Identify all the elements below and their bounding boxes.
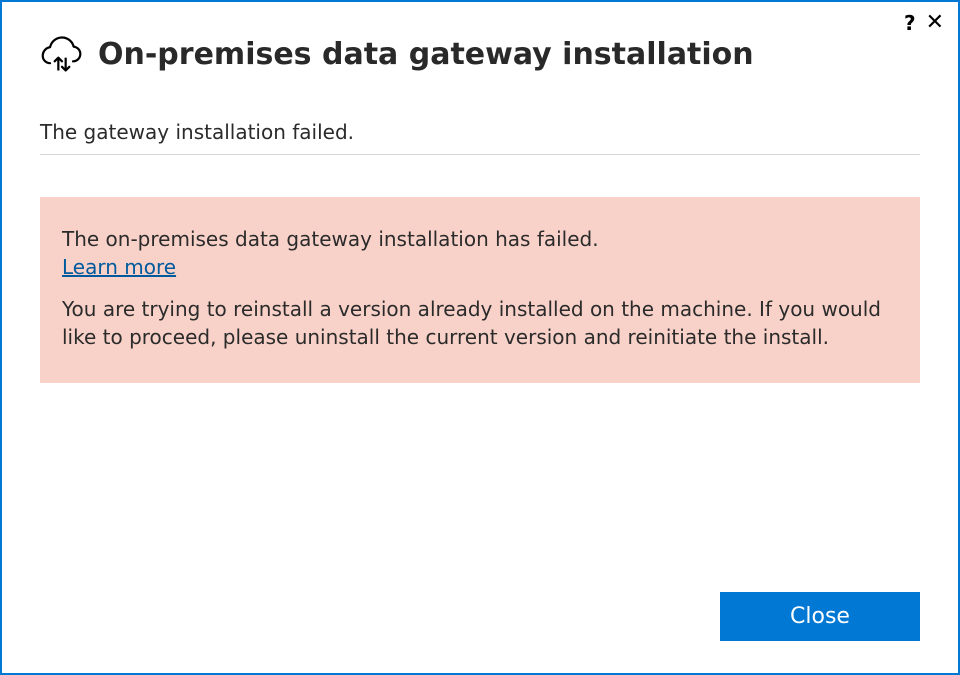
close-button[interactable]: Close	[720, 592, 920, 641]
installer-window: ? ✕ On-premises data gateway installatio…	[0, 0, 960, 675]
status-message: The gateway installation failed.	[40, 120, 920, 144]
page-title: On-premises data gateway installation	[98, 37, 754, 72]
divider	[40, 154, 920, 155]
footer: Close	[2, 592, 958, 673]
content-area: On-premises data gateway installation Th…	[2, 2, 958, 592]
help-icon[interactable]: ?	[904, 13, 916, 33]
error-title: The on-premises data gateway installatio…	[62, 227, 898, 251]
cloud-gateway-icon	[40, 32, 84, 76]
titlebar-controls: ? ✕	[904, 12, 944, 34]
close-icon[interactable]: ✕	[926, 12, 944, 34]
error-panel: The on-premises data gateway installatio…	[40, 197, 920, 383]
learn-more-link[interactable]: Learn more	[62, 255, 176, 279]
error-detail: You are trying to reinstall a version al…	[62, 295, 898, 351]
header: On-premises data gateway installation	[40, 32, 920, 76]
